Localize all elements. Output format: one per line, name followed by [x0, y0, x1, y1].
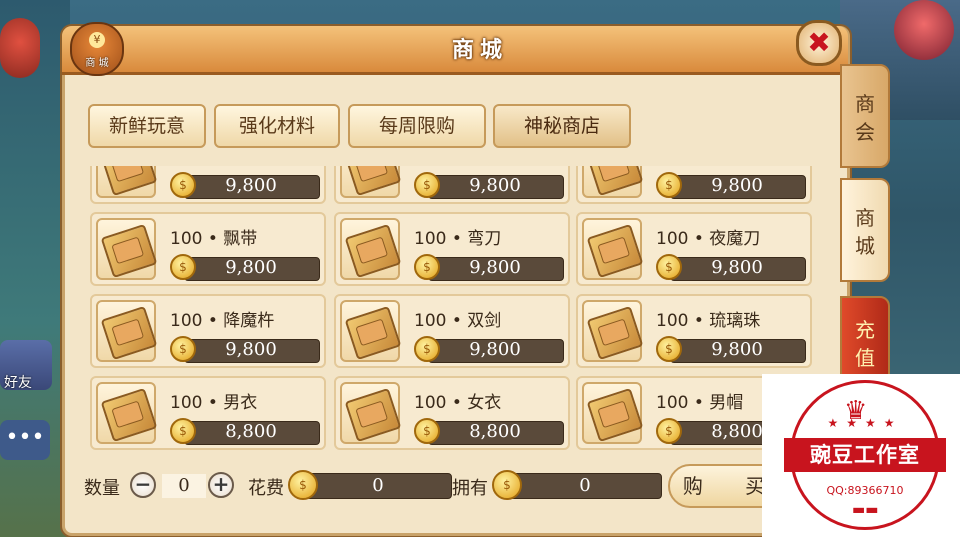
item-name: 100 • 女衣 — [414, 393, 502, 413]
item-card[interactable]: 100 • 双剑 $ 9,800 — [334, 294, 570, 368]
tab-novelties[interactable]: 新鲜玩意 — [88, 104, 206, 148]
item-thumbnail — [340, 218, 402, 280]
close-icon[interactable]: ✖ — [796, 20, 842, 66]
side-tab-label: 商城 — [855, 206, 875, 258]
plus-button[interactable]: + — [208, 472, 234, 498]
item-name: 100 • 琉璃珠 — [656, 311, 761, 331]
item-card[interactable]: 100 • 降魔杵 $ 9,800 — [90, 294, 326, 368]
gold-coin-icon: $ — [656, 254, 682, 280]
gold-coin-icon: $ — [170, 336, 196, 362]
item-price: 9,800 — [711, 257, 763, 278]
side-tab-recharge[interactable]: 充值 — [840, 296, 890, 386]
scroll-icon — [344, 166, 402, 197]
item-thumbnail — [96, 382, 158, 444]
shop-badge-icon: ¥ 商 城 — [70, 22, 124, 76]
gold-coin-icon: $ — [656, 418, 682, 444]
chat-icon[interactable]: ••• — [0, 420, 50, 460]
gold-coin-icon: $ — [656, 336, 682, 362]
item-name: 100 • 双剑 — [414, 311, 502, 331]
item-card[interactable]: 100 • 男衣 $ 8,800 — [90, 376, 326, 450]
item-name: 100 • 降魔杵 — [170, 311, 275, 331]
item-price: 9,800 — [225, 257, 277, 278]
tab-materials[interactable]: 强化材料 — [214, 104, 340, 148]
stamp-qq: QQ:89366710 — [826, 484, 904, 497]
owned-label: 拥有 — [452, 478, 488, 499]
quantity-input[interactable]: 0 — [162, 474, 206, 498]
gold-coin-icon: $ — [414, 418, 440, 444]
gold-coin-icon: $ — [656, 172, 682, 198]
item-thumbnail — [582, 300, 644, 362]
scroll-icon — [100, 387, 158, 443]
cost-label: 花费 — [248, 478, 284, 499]
scroll-icon — [586, 305, 644, 361]
item-name: 100 • 男衣 — [170, 393, 258, 413]
scroll-icon — [344, 387, 402, 443]
gold-coin-icon: $ — [288, 470, 318, 500]
item-card[interactable]: 100 • 琉璃珠 $ 9,800 — [576, 294, 812, 368]
item-thumbnail — [340, 300, 402, 362]
item-thumbnail — [340, 166, 402, 198]
side-tab-label: 充值 — [855, 318, 875, 370]
item-card[interactable]: 100 • 弯刀 $ 9,800 — [334, 212, 570, 286]
item-card[interactable]: 100 • 飘带 $ 9,800 — [90, 212, 326, 286]
item-card[interactable]: $ 9,800 — [334, 166, 570, 204]
scroll-icon — [100, 223, 158, 279]
item-price: 9,800 — [225, 175, 277, 196]
item-thumbnail — [96, 300, 158, 362]
item-name: 100 • 弯刀 — [414, 229, 502, 249]
item-thumbnail — [582, 382, 644, 444]
item-price: 9,800 — [469, 339, 521, 360]
cost-value: 0 — [304, 473, 452, 499]
stamp-name: 豌豆工作室 — [810, 443, 920, 467]
item-thumbnail — [96, 166, 158, 198]
gold-coin-icon: $ — [414, 172, 440, 198]
gold-coin-icon: $ — [170, 254, 196, 280]
shop-badge-label: 商 城 — [85, 58, 109, 69]
quantity-label: 数量 — [84, 478, 120, 499]
tab-weekly[interactable]: 每周限购 — [348, 104, 486, 148]
watermark-stamp: ♛ ★★★★ 豌豆工作室 QQ:89366710 ▬▬ — [762, 374, 960, 537]
side-tab-guild-shop[interactable]: 商会 — [840, 64, 890, 168]
gold-coin-icon: $ — [170, 172, 196, 198]
item-thumbnail — [582, 166, 644, 198]
scroll-icon — [344, 305, 402, 361]
scroll-icon — [586, 387, 644, 443]
gold-coin-icon: $ — [170, 418, 196, 444]
side-tab-mall[interactable]: 商城 — [840, 178, 890, 282]
item-card[interactable]: $ 9,800 — [576, 166, 812, 204]
minus-button[interactable]: − — [130, 472, 156, 498]
scroll-icon — [586, 166, 644, 197]
item-name: 100 • 夜魔刀 — [656, 229, 761, 249]
item-thumbnail — [340, 382, 402, 444]
stamp-stars: ★★★★ — [827, 416, 903, 430]
gold-coin-icon: $ — [414, 336, 440, 362]
stamp-base: ▬▬ — [852, 502, 879, 518]
scroll-icon — [100, 166, 158, 197]
yen-bag-icon: ¥ — [89, 32, 105, 48]
item-price: 9,800 — [711, 339, 763, 360]
scroll-icon — [100, 305, 158, 361]
gold-coin-icon: $ — [492, 470, 522, 500]
item-card[interactable]: 100 • 女衣 $ 8,800 — [334, 376, 570, 450]
item-card[interactable]: $ 9,800 — [90, 166, 326, 204]
scroll-icon — [586, 223, 644, 279]
item-price: 9,800 — [469, 175, 521, 196]
item-name: 100 • 男帽 — [656, 393, 744, 413]
item-price: 9,800 — [711, 175, 763, 196]
item-thumbnail — [96, 218, 158, 280]
item-name: 100 • 飘带 — [170, 229, 258, 249]
gold-coin-icon: $ — [414, 254, 440, 280]
item-card[interactable]: 100 • 夜魔刀 $ 9,800 — [576, 212, 812, 286]
side-tab-label: 商会 — [855, 92, 875, 144]
item-price: 9,800 — [225, 339, 277, 360]
friend-label: 好友 — [4, 375, 32, 391]
item-thumbnail — [582, 218, 644, 280]
owned-value: 0 — [508, 473, 662, 499]
item-price: 9,800 — [469, 257, 521, 278]
scroll-icon — [344, 223, 402, 279]
tab-mystery-shop[interactable]: 神秘商店 — [493, 104, 631, 148]
item-price: 8,800 — [225, 421, 277, 442]
item-price: 8,800 — [469, 421, 521, 442]
item-grid[interactable]: $ 9,800 $ 9,800 $ 9,800 100 • 飘带 $ 9,800… — [88, 166, 812, 450]
